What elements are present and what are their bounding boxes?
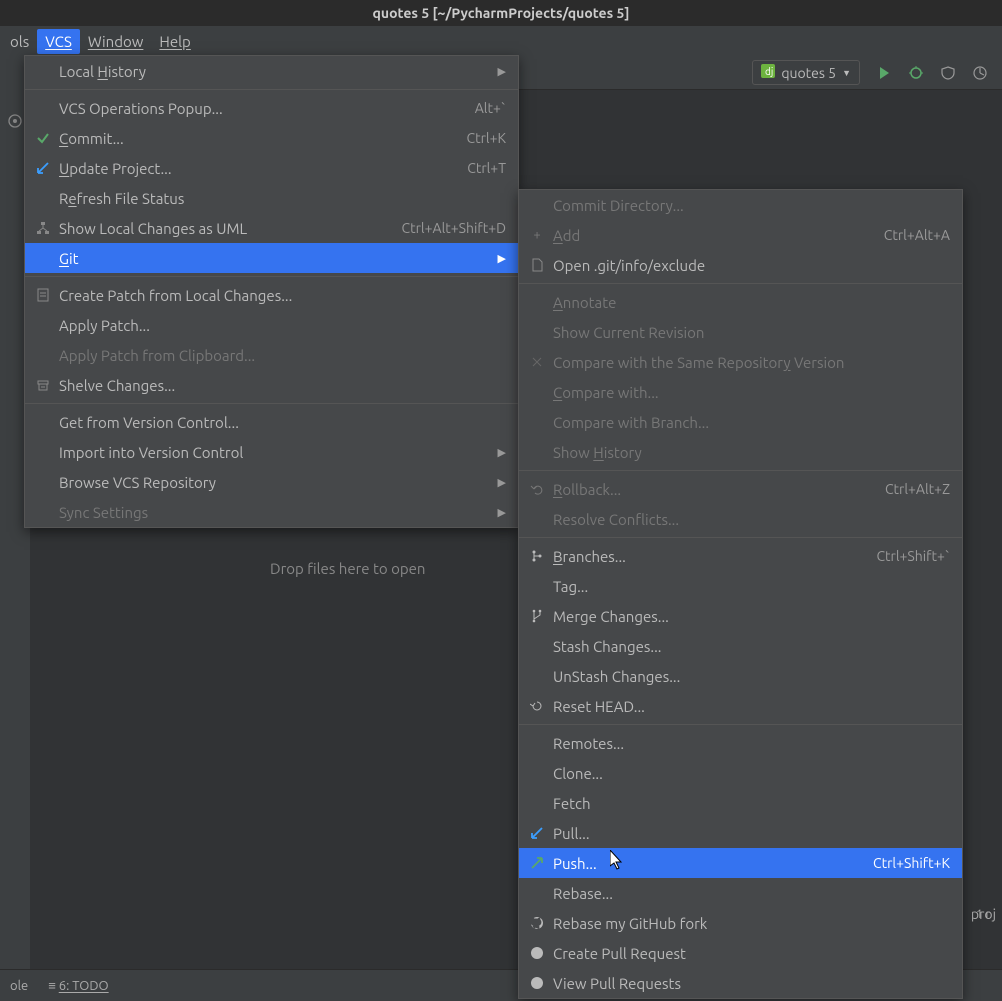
- menu-create-pull-request[interactable]: Create Pull Request: [519, 938, 962, 968]
- menu-window[interactable]: Window: [80, 29, 152, 54]
- debug-icon[interactable]: [908, 65, 924, 81]
- menu-unstash[interactable]: UnStash Changes...: [519, 661, 962, 691]
- menu-tag[interactable]: Tag...: [519, 571, 962, 601]
- menu-vcs-ops-popup[interactable]: VCS Operations Popup...Alt+`: [25, 93, 518, 123]
- plus-icon: +: [527, 227, 547, 243]
- menu-shelve-changes[interactable]: Shelve Changes...: [25, 370, 518, 400]
- menu-local-history[interactable]: Local History▶: [25, 56, 518, 86]
- pull-icon: [527, 825, 547, 841]
- menu-show-local-changes-uml[interactable]: Show Local Changes as UMLCtrl+Alt+Shift+…: [25, 213, 518, 243]
- coverage-icon[interactable]: [940, 65, 956, 81]
- menu-sync-settings: Sync Settings▶: [25, 497, 518, 527]
- menu-fetch[interactable]: Fetch: [519, 788, 962, 818]
- status-console[interactable]: ole: [10, 979, 28, 993]
- menu-stash[interactable]: Stash Changes...: [519, 631, 962, 661]
- github-icon: [527, 975, 547, 991]
- menu-resolve-conflicts: Resolve Conflicts...: [519, 504, 962, 534]
- uml-icon: [33, 220, 53, 236]
- menu-show-current-revision: Show Current Revision: [519, 317, 962, 347]
- profile-icon[interactable]: [972, 65, 988, 81]
- menu-push[interactable]: Push...Ctrl+Shift+K: [519, 848, 962, 878]
- django-icon: dj: [761, 64, 775, 81]
- git-submenu: Commit Directory... + AddCtrl+Alt+A Open…: [518, 189, 963, 999]
- window-title: quotes 5 [~/PycharmProjects/quotes 5]: [373, 5, 630, 21]
- right-indicator: 1 r: [972, 906, 1002, 923]
- menu-compare-with: Compare with...: [519, 377, 962, 407]
- menu-rebase-github-fork[interactable]: Rebase my GitHub fork: [519, 908, 962, 938]
- menu-update-project[interactable]: Update Project...Ctrl+T: [25, 153, 518, 183]
- menu-merge-changes[interactable]: Merge Changes...: [519, 601, 962, 631]
- run-config-label: quotes 5: [781, 65, 836, 81]
- push-icon: [527, 855, 547, 871]
- menu-tools[interactable]: ols: [2, 29, 37, 54]
- status-todo[interactable]: ≡ 6: TODO: [48, 978, 108, 993]
- checkmark-icon: [33, 130, 53, 146]
- menu-annotate: Annotate: [519, 287, 962, 317]
- drop-hint: Drop files here to open: [270, 560, 425, 577]
- diff-icon: [527, 354, 547, 370]
- vcs-dropdown-menu: Local History▶ VCS Operations Popup...Al…: [24, 55, 519, 528]
- menu-refresh-file-status[interactable]: Refresh File Status: [25, 183, 518, 213]
- reset-icon: [527, 698, 547, 714]
- menu-help[interactable]: Help: [151, 29, 198, 54]
- menu-open-gitinfo-exclude[interactable]: Open .git/info/exclude: [519, 250, 962, 280]
- menu-add: + AddCtrl+Alt+A: [519, 220, 962, 250]
- menu-compare-with-branch: Compare with Branch...: [519, 407, 962, 437]
- menu-branches[interactable]: Branches...Ctrl+Shift+`: [519, 541, 962, 571]
- menu-view-pull-requests[interactable]: View Pull Requests: [519, 968, 962, 998]
- menu-apply-patch-clipboard: Apply Patch from Clipboard...: [25, 340, 518, 370]
- shelve-icon: [33, 377, 53, 393]
- run-config-selector[interactable]: dj quotes 5 ▼: [752, 60, 860, 85]
- github-icon: [527, 945, 547, 961]
- github-icon: [527, 915, 547, 931]
- menu-apply-patch[interactable]: Apply Patch...: [25, 310, 518, 340]
- file-icon: [527, 257, 547, 273]
- undo-icon: [527, 481, 547, 497]
- menu-get-from-vc[interactable]: Get from Version Control...: [25, 407, 518, 437]
- menu-import-into-vc[interactable]: Import into Version Control▶: [25, 437, 518, 467]
- menu-show-history: Show History: [519, 437, 962, 467]
- menu-clone[interactable]: Clone...: [519, 758, 962, 788]
- update-icon: [33, 160, 53, 176]
- menu-compare-same-repo: Compare with the Same Repository Version: [519, 347, 962, 377]
- menu-reset-head[interactable]: Reset HEAD...: [519, 691, 962, 721]
- menu-rollback: Rollback...Ctrl+Alt+Z: [519, 474, 962, 504]
- menu-commit[interactable]: Commit...Ctrl+K: [25, 123, 518, 153]
- menu-vcs[interactable]: VCS: [37, 29, 80, 54]
- menu-commit-directory: Commit Directory...: [519, 190, 962, 220]
- menu-rebase[interactable]: Rebase...: [519, 878, 962, 908]
- menu-bar: ols VCS Window Help: [0, 26, 1002, 56]
- target-icon[interactable]: [7, 113, 23, 129]
- title-bar: quotes 5 [~/PycharmProjects/quotes 5]: [0, 0, 1002, 26]
- chevron-down-icon: ▼: [842, 68, 851, 78]
- menu-pull[interactable]: Pull...: [519, 818, 962, 848]
- run-icon[interactable]: [876, 65, 892, 81]
- menu-create-patch[interactable]: Create Patch from Local Changes...: [25, 280, 518, 310]
- menu-browse-vcs-repo[interactable]: Browse VCS Repository▶: [25, 467, 518, 497]
- merge-icon: [527, 608, 547, 624]
- menu-git[interactable]: Git▶: [25, 243, 518, 273]
- svg-text:dj: dj: [765, 66, 773, 77]
- patch-icon: [33, 287, 53, 303]
- branch-icon: [527, 548, 547, 564]
- menu-remotes[interactable]: Remotes...: [519, 728, 962, 758]
